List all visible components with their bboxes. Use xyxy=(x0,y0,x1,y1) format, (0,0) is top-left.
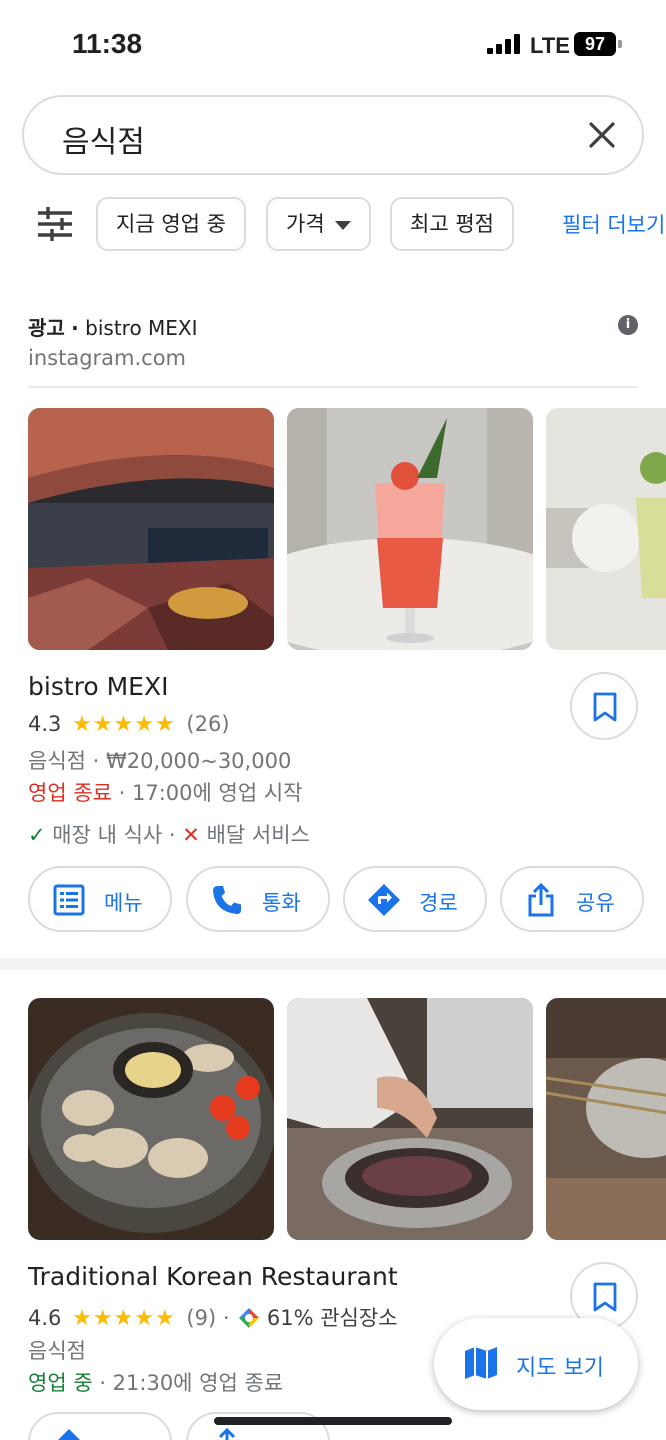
result-photo[interactable] xyxy=(287,998,533,1240)
chip-open-now[interactable]: 지금 영업 중 xyxy=(96,197,246,251)
ad-header: 광고 · bistro MEXI i xyxy=(28,312,638,341)
ad-label: 광고 xyxy=(28,316,65,340)
result-photo[interactable] xyxy=(546,408,666,650)
directions-button[interactable] xyxy=(28,1412,172,1440)
status-detail: · 17:00에 영업 시작 xyxy=(111,781,303,805)
bookmark-icon xyxy=(593,1282,617,1312)
directions-icon xyxy=(368,884,400,916)
result-name[interactable]: Traditional Korean Restaurant xyxy=(28,1262,398,1291)
cross-icon: ✕ xyxy=(182,823,200,847)
rating-stars: ★★★★★ xyxy=(72,1306,176,1331)
chevron-down-icon xyxy=(334,220,351,230)
menu-button[interactable]: 메뉴 xyxy=(28,866,172,932)
ad-advertiser: bistro MEXI xyxy=(85,316,198,340)
ad-domain[interactable]: instagram.com xyxy=(28,346,186,370)
result-photo[interactable] xyxy=(287,408,533,650)
directions-button[interactable]: 경로 xyxy=(343,866,487,932)
result-photo[interactable] xyxy=(28,998,274,1240)
more-filters-link[interactable]: 필터 더보기 xyxy=(562,209,665,239)
result-category: 음식점 xyxy=(28,1339,86,1363)
chip-price-label: 가격 xyxy=(286,212,325,236)
home-indicator xyxy=(214,1417,452,1425)
check-icon: ✓ xyxy=(28,823,46,847)
result-category: 음식점 · ₩20,000~30,000 xyxy=(28,749,292,773)
tune-icon[interactable] xyxy=(36,205,74,243)
share-button[interactable]: 공유 xyxy=(500,866,644,932)
search-query[interactable]: 음식점 xyxy=(62,117,145,161)
battery-tip xyxy=(618,40,622,48)
call-button[interactable]: 통화 xyxy=(186,866,330,932)
status-time: 11:38 xyxy=(72,28,143,59)
directions-button-label: 경로 xyxy=(419,891,458,915)
info-icon[interactable]: i xyxy=(618,315,638,335)
share-icon xyxy=(528,883,554,917)
result-services: ✓ 매장 내 식사 · ✕ 배달 서비스 xyxy=(28,819,310,849)
close-icon[interactable] xyxy=(584,117,620,153)
status-closed: 영업 종료 xyxy=(28,781,112,805)
divider xyxy=(28,386,638,388)
result-photo[interactable] xyxy=(28,408,274,650)
view-map-button[interactable]: 지도 보기 xyxy=(434,1318,638,1410)
review-count: (9) · xyxy=(186,1306,230,1330)
share-icon xyxy=(218,1428,236,1440)
section-divider xyxy=(0,958,666,970)
network-label: LTE xyxy=(530,33,570,58)
menu-button-label: 메뉴 xyxy=(104,891,143,915)
result-rating: 4.6 ★★★★★ (9) · 61% 관심장소 xyxy=(28,1302,398,1332)
share-button-label: 공유 xyxy=(576,891,615,915)
call-button-label: 통화 xyxy=(262,891,301,915)
result-hours: 영업 종료 · 17:00에 영업 시작 xyxy=(28,777,302,807)
battery-icon: 97 xyxy=(574,32,616,56)
status-open: 영업 중 xyxy=(28,1371,93,1395)
status-bar: 11:38 LTE 97 xyxy=(0,0,666,90)
search-bar[interactable]: 음식점 xyxy=(22,95,644,175)
rating-value: 4.3 xyxy=(28,712,62,736)
menu-list-icon xyxy=(53,884,85,916)
filter-bar: 지금 영업 중 가격 최고 평점 필터 더보기 xyxy=(0,195,666,253)
result-hours: 영업 중 · 21:30에 영업 종료 xyxy=(28,1367,283,1397)
result-photo[interactable] xyxy=(546,998,666,1240)
view-map-label: 지도 보기 xyxy=(516,1356,604,1381)
save-button[interactable] xyxy=(570,672,638,740)
service-dine-in: 매장 내 식사 · xyxy=(52,823,176,847)
result-rating: 4.3 ★★★★★ (26) xyxy=(28,712,230,737)
map-icon xyxy=(465,1347,497,1379)
bookmark-icon xyxy=(593,692,617,722)
chip-top-rated[interactable]: 최고 평점 xyxy=(390,197,514,251)
status-detail: · 21:30에 영업 종료 xyxy=(92,1371,284,1395)
review-count: (26) xyxy=(186,712,230,736)
directions-icon xyxy=(58,1429,80,1440)
google-interest-icon xyxy=(239,1308,260,1328)
rating-stars: ★★★★★ xyxy=(72,712,176,737)
result-name[interactable]: bistro MEXI xyxy=(28,672,168,701)
chip-price[interactable]: 가격 xyxy=(266,197,371,251)
service-delivery: 배달 서비스 xyxy=(206,823,310,847)
phone-icon xyxy=(213,886,241,914)
ad-separator: · xyxy=(71,316,79,340)
rating-value: 4.6 xyxy=(28,1306,62,1330)
signal-icon xyxy=(487,34,521,54)
interest-percent: 61% 관심장소 xyxy=(266,1306,398,1330)
